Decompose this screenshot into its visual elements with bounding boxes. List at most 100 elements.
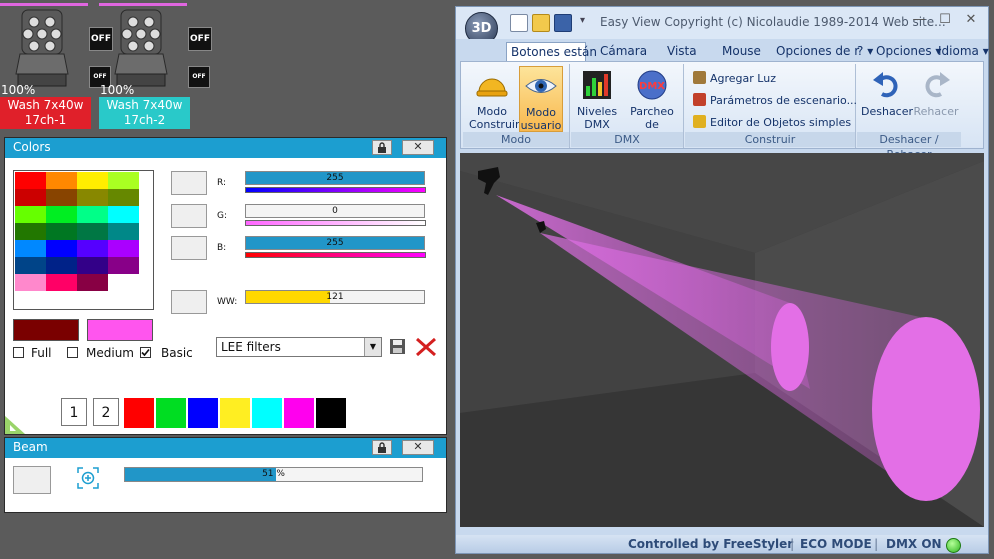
color-swatch[interactable] xyxy=(108,189,139,206)
maximize-icon[interactable]: ☐ xyxy=(933,11,957,29)
parcheo-universos-button[interactable]: DMX Parcheo de Universos xyxy=(623,66,681,144)
fixture-2-off-small-button[interactable]: OFF xyxy=(188,66,210,88)
niveles-dmx-button[interactable]: Niveles DMX xyxy=(573,66,621,132)
slider-label: R: xyxy=(217,178,227,188)
color-swatch[interactable] xyxy=(77,206,108,223)
quick-color-swatch[interactable] xyxy=(156,398,186,428)
color-swatch[interactable] xyxy=(46,206,77,223)
color-swatch[interactable] xyxy=(46,189,77,206)
tab-idioma[interactable]: Idioma ▾ xyxy=(938,42,989,61)
fixture-1[interactable]: OFF OFF 100% Wash 7x40w 17ch-1 xyxy=(0,0,113,130)
color-swatch[interactable] xyxy=(108,274,139,291)
deshacer-button[interactable]: Deshacer xyxy=(861,66,913,130)
3d-viewport[interactable] xyxy=(460,153,984,527)
color-swatch[interactable] xyxy=(15,240,46,257)
color-swatch[interactable] xyxy=(77,223,108,240)
color-swatch[interactable] xyxy=(77,257,108,274)
color-swatch[interactable] xyxy=(46,172,77,189)
beam-preset-button[interactable] xyxy=(13,466,51,494)
tab-botones[interactable]: Botones están xyxy=(506,42,597,61)
editor-objetos-item[interactable]: Editor de Objetos simples xyxy=(693,115,851,129)
color-swatch[interactable] xyxy=(46,274,77,291)
color-swatch[interactable] xyxy=(77,274,108,291)
modo-construir-button[interactable]: Modo Construir xyxy=(469,66,520,131)
channel-slider[interactable]: 121 xyxy=(245,290,425,304)
color-swatch[interactable] xyxy=(15,257,46,274)
modo-usuario-button[interactable]: Modo usuario xyxy=(519,66,563,132)
channel-slider[interactable]: 0 xyxy=(245,204,425,218)
chevron-down-icon[interactable]: ▼ xyxy=(364,338,381,356)
current-color-preview xyxy=(87,319,153,341)
color-swatch[interactable] xyxy=(108,257,139,274)
blue-channel-button[interactable] xyxy=(171,236,207,260)
help-label: ? xyxy=(857,44,864,58)
warm-white-channel-button[interactable] xyxy=(171,290,207,314)
fixture-2-off-button[interactable]: OFF xyxy=(188,27,212,51)
medium-checkbox-label: Medium xyxy=(86,346,134,360)
rehacer-label: Rehacer xyxy=(913,105,959,118)
quick-color-swatch[interactable] xyxy=(252,398,282,428)
minimize-icon[interactable]: — xyxy=(907,11,931,29)
color-page-button[interactable]: 1 xyxy=(61,398,87,426)
color-swatch[interactable] xyxy=(46,257,77,274)
tab-mouse[interactable]: Mouse xyxy=(722,42,761,61)
filter-select[interactable]: LEE filters ▼ xyxy=(216,337,382,357)
fixture-1-dimmer: 100% xyxy=(1,83,36,97)
agregar-luz-item[interactable]: Agregar Luz xyxy=(693,71,776,85)
color-swatch[interactable] xyxy=(108,240,139,257)
rehacer-button[interactable]: Rehacer xyxy=(913,66,959,130)
tab-camara[interactable]: Cámara xyxy=(600,42,647,61)
close-window-icon[interactable]: ✕ xyxy=(959,11,983,29)
quick-color-swatch[interactable] xyxy=(220,398,250,428)
beam-slider[interactable]: 51 % xyxy=(124,467,423,482)
color-swatch[interactable] xyxy=(108,206,139,223)
new-file-icon[interactable] xyxy=(510,14,528,32)
color-swatch[interactable] xyxy=(15,172,46,189)
quick-color-swatch[interactable] xyxy=(316,398,346,428)
medium-checkbox[interactable] xyxy=(67,347,78,358)
color-swatch[interactable] xyxy=(108,172,139,189)
channel-slider[interactable]: 255 xyxy=(245,171,425,185)
quick-color-swatch[interactable] xyxy=(284,398,314,428)
color-swatch[interactable] xyxy=(15,206,46,223)
quick-color-swatch[interactable] xyxy=(124,398,154,428)
dmx-led-icon xyxy=(946,538,961,553)
delete-icon[interactable] xyxy=(415,337,437,357)
zoom-icon[interactable] xyxy=(77,467,99,489)
quick-color-swatch[interactable] xyxy=(188,398,218,428)
color-swatch[interactable] xyxy=(15,274,46,291)
lock-icon[interactable] xyxy=(372,440,392,455)
slider-label: WW: xyxy=(217,297,238,307)
color-swatch[interactable] xyxy=(77,189,108,206)
tab-vista[interactable]: Vista xyxy=(667,42,697,61)
construir-group: Agregar Luz Parámetros de escenario... E… xyxy=(685,64,857,148)
color-swatch[interactable] xyxy=(77,172,108,189)
color-swatch[interactable] xyxy=(46,240,77,257)
green-channel-button[interactable] xyxy=(171,204,207,228)
parametros-escenario-item[interactable]: Parámetros de escenario... xyxy=(693,93,857,107)
channel-slider[interactable]: 255 xyxy=(245,236,425,250)
color-swatch[interactable] xyxy=(15,189,46,206)
color-swatch[interactable] xyxy=(77,240,108,257)
resize-corner-icon[interactable] xyxy=(5,414,27,434)
modo-group: Modo Construir Modo usuario Modo xyxy=(463,64,570,148)
lock-icon[interactable] xyxy=(372,140,392,155)
basic-checkbox[interactable] xyxy=(140,347,151,358)
color-swatch[interactable] xyxy=(46,223,77,240)
color-swatch[interactable] xyxy=(15,223,46,240)
close-icon[interactable]: ✕ xyxy=(402,440,434,455)
fixture-2[interactable]: OFF OFF 100% Wash 7x40w 17ch-2 xyxy=(99,0,212,130)
save-icon[interactable] xyxy=(389,338,406,355)
tab-opciones[interactable]: Opciones ▾ xyxy=(876,42,941,61)
save-icon[interactable] xyxy=(554,14,572,32)
tab-help[interactable]: ? ▾ xyxy=(857,42,873,61)
color-page-button[interactable]: 2 xyxy=(93,398,119,426)
close-icon[interactable]: ✕ xyxy=(402,140,434,155)
easy-view-window: 3D ▾ Easy View Copyright (c) Nicolaudie … xyxy=(455,6,989,554)
color-swatch[interactable] xyxy=(108,223,139,240)
open-folder-icon[interactable] xyxy=(532,14,550,32)
tab-opciones-r[interactable]: Opciones de r xyxy=(776,42,859,61)
full-checkbox[interactable] xyxy=(13,347,24,358)
red-channel-button[interactable] xyxy=(171,171,207,195)
quick-access-chevron-icon[interactable]: ▾ xyxy=(580,15,585,26)
